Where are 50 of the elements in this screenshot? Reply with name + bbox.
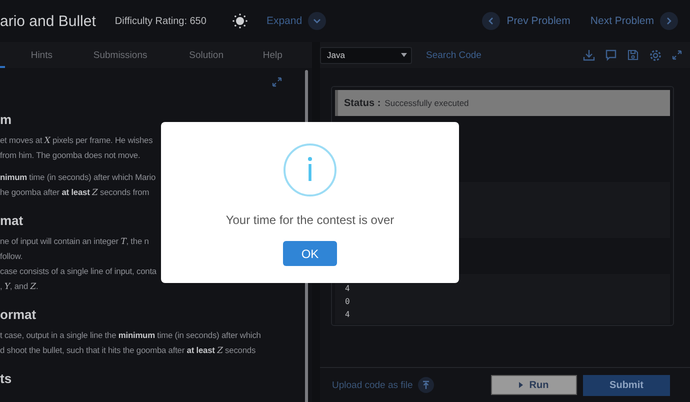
chevron-right-icon[interactable] <box>660 12 678 30</box>
text-line: t case, output in a single line the minimum time (in seconds) after which <box>0 329 261 342</box>
difficulty-rating: Difficulty Rating: 650 <box>114 16 206 26</box>
text-line: case consists of a single line of input, conta <box>0 265 156 278</box>
language-select[interactable]: Java <box>320 46 412 64</box>
next-problem-link[interactable]: Next Problem <box>590 15 654 27</box>
save-icon[interactable] <box>627 49 639 61</box>
section-heading: mat <box>0 212 24 230</box>
text-line: he goomba after at least Z seconds from <box>0 186 150 199</box>
upload-link[interactable]: Upload code as file <box>332 380 413 390</box>
text-line: nimum time (in seconds) after which Mario <box>0 171 156 184</box>
text-line: d shoot the bullet, such that it hits the goomba after at least Z seconds <box>0 344 256 357</box>
problem-title: ario and Bullet <box>0 12 96 30</box>
dialog-message: Your time for the contest is over <box>226 213 394 227</box>
status-text: Successfully executed <box>384 98 469 108</box>
expand-icon[interactable] <box>272 77 282 87</box>
tab[interactable]: Submissions <box>61 50 180 60</box>
output-line: 4 <box>345 283 351 295</box>
text-line: follow. <box>0 250 23 263</box>
ok-button[interactable]: OK <box>283 241 337 266</box>
search-code-link[interactable]: Search Code <box>426 50 482 60</box>
tab[interactable]: Hints <box>22 50 62 60</box>
status-label: Status : <box>344 98 381 108</box>
tab[interactable]: Help <box>233 50 312 60</box>
download-icon[interactable] <box>583 49 595 61</box>
text-line: , Y, and Z. <box>0 280 38 293</box>
chevron-left-icon[interactable] <box>482 12 500 30</box>
text-line: et moves at X pixels per frame. He wishes <box>0 134 153 147</box>
expand-link[interactable]: Expand <box>266 15 302 27</box>
section-heading: m <box>0 111 12 129</box>
chevron-down-icon[interactable] <box>308 12 326 30</box>
prev-problem-link[interactable]: Prev Problem <box>506 15 570 27</box>
settings-icon[interactable] <box>649 48 662 62</box>
tab[interactable]: Solution <box>179 50 234 60</box>
submit-button[interactable]: Submit <box>583 374 670 396</box>
text-line: ne of input will contain an integer T, the n <box>0 235 149 248</box>
upload-icon[interactable] <box>418 377 434 393</box>
run-button[interactable]: Run <box>491 375 577 395</box>
caret-down-icon <box>401 53 407 57</box>
text-line: from him. The goomba does not move. <box>0 149 140 162</box>
comment-icon[interactable] <box>605 49 617 61</box>
tab-indicator <box>0 66 5 68</box>
sun-icon[interactable] <box>232 13 248 29</box>
play-icon <box>519 382 524 388</box>
section-heading: ormat <box>0 306 36 324</box>
output-line: 0 <box>345 296 351 308</box>
section-heading: ts <box>0 370 12 388</box>
expand-icon[interactable] <box>672 50 682 60</box>
info-icon <box>283 143 337 197</box>
output-line: 4 <box>345 309 351 321</box>
